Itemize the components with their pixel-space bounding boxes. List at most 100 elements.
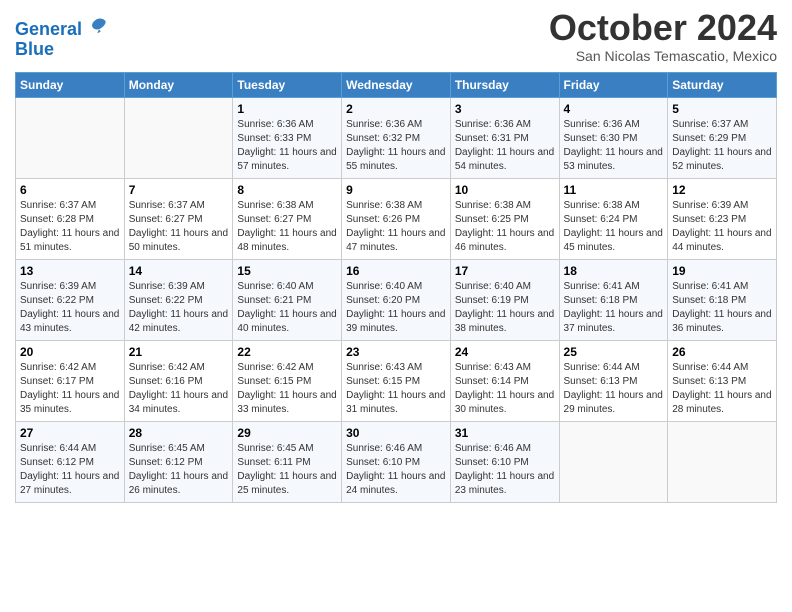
logo-text: General xyxy=(15,15,109,40)
day-number: 23 xyxy=(346,345,446,359)
week-row-1: 1 Sunrise: 6:36 AM Sunset: 6:33 PM Daylig… xyxy=(16,98,777,179)
day-number: 5 xyxy=(672,102,772,116)
calendar-cell: 23 Sunrise: 6:43 AM Sunset: 6:15 PM Dayli… xyxy=(342,341,451,422)
calendar-cell xyxy=(124,98,233,179)
calendar-cell: 18Sunrise: 6:41 AM Sunset: 6:18 PM Dayli… xyxy=(559,260,668,341)
calendar-cell: 14 Sunrise: 6:39 AM Sunset: 6:22 PM Dayli… xyxy=(124,260,233,341)
logo: General Blue xyxy=(15,15,109,60)
day-number: 31 xyxy=(455,426,555,440)
calendar-cell: 30 Sunrise: 6:46 AM Sunset: 6:10 PM Dayli… xyxy=(342,422,451,503)
day-info: Sunrise: 6:43 AM Sunset: 6:15 PM Dayligh… xyxy=(346,361,446,417)
day-number: 27 xyxy=(20,426,120,440)
day-number: 10 xyxy=(455,183,555,197)
day-info: Sunrise: 6:46 AM Sunset: 6:10 PM Dayligh… xyxy=(455,442,555,498)
location: San Nicolas Temascatio, Mexico xyxy=(549,48,777,64)
day-number: 24 xyxy=(455,345,555,359)
calendar-cell: 17 Sunrise: 6:40 AM Sunset: 6:19 PM Dayli… xyxy=(450,260,559,341)
calendar-header: Sunday Monday Tuesday Wednesday Thursday… xyxy=(16,73,777,98)
day-info: Sunrise: 6:44 AM Sunset: 6:12 PM Dayligh… xyxy=(20,442,120,498)
calendar-cell: 29 Sunrise: 6:45 AM Sunset: 6:11 PM Dayli… xyxy=(233,422,342,503)
day-info: Sunrise: 6:38 AM Sunset: 6:24 PM Dayligh… xyxy=(564,199,664,255)
col-friday: Friday xyxy=(559,73,668,98)
calendar-body: 1 Sunrise: 6:36 AM Sunset: 6:33 PM Daylig… xyxy=(16,98,777,503)
calendar-cell: 25Sunrise: 6:44 AM Sunset: 6:13 PM Dayli… xyxy=(559,341,668,422)
calendar-cell: 2 Sunrise: 6:36 AM Sunset: 6:32 PM Daylig… xyxy=(342,98,451,179)
day-number: 1 xyxy=(237,102,337,116)
day-info: Sunrise: 6:44 AM Sunset: 6:13 PM Dayligh… xyxy=(672,361,772,417)
day-info: Sunrise: 6:39 AM Sunset: 6:22 PM Dayligh… xyxy=(129,280,229,336)
calendar-cell: 15 Sunrise: 6:40 AM Sunset: 6:21 PM Dayli… xyxy=(233,260,342,341)
calendar-cell: 8Sunrise: 6:38 AM Sunset: 6:27 PM Daylig… xyxy=(233,179,342,260)
col-thursday: Thursday xyxy=(450,73,559,98)
day-info: Sunrise: 6:36 AM Sunset: 6:32 PM Dayligh… xyxy=(346,118,446,174)
day-number: 3 xyxy=(455,102,555,116)
calendar-cell: 9 Sunrise: 6:38 AM Sunset: 6:26 PM Daylig… xyxy=(342,179,451,260)
week-row-5: 27 Sunrise: 6:44 AM Sunset: 6:12 PM Dayli… xyxy=(16,422,777,503)
week-row-4: 20 Sunrise: 6:42 AM Sunset: 6:17 PM Dayli… xyxy=(16,341,777,422)
day-info: Sunrise: 6:36 AM Sunset: 6:30 PM Dayligh… xyxy=(564,118,664,174)
day-info: Sunrise: 6:36 AM Sunset: 6:33 PM Dayligh… xyxy=(237,118,337,174)
day-info: Sunrise: 6:42 AM Sunset: 6:17 PM Dayligh… xyxy=(20,361,120,417)
col-tuesday: Tuesday xyxy=(233,73,342,98)
calendar-cell: 27 Sunrise: 6:44 AM Sunset: 6:12 PM Dayli… xyxy=(16,422,125,503)
day-info: Sunrise: 6:39 AM Sunset: 6:22 PM Dayligh… xyxy=(20,280,120,336)
day-number: 28 xyxy=(129,426,229,440)
calendar-cell: 7 Sunrise: 6:37 AM Sunset: 6:27 PM Daylig… xyxy=(124,179,233,260)
day-info: Sunrise: 6:37 AM Sunset: 6:28 PM Dayligh… xyxy=(20,199,120,255)
logo-blue: Blue xyxy=(15,40,54,60)
day-number: 15 xyxy=(237,264,337,278)
calendar-cell: 16Sunrise: 6:40 AM Sunset: 6:20 PM Dayli… xyxy=(342,260,451,341)
day-number: 11 xyxy=(564,183,664,197)
calendar-cell: 21Sunrise: 6:42 AM Sunset: 6:16 PM Dayli… xyxy=(124,341,233,422)
day-number: 21 xyxy=(129,345,229,359)
day-number: 4 xyxy=(564,102,664,116)
day-number: 14 xyxy=(129,264,229,278)
day-number: 16 xyxy=(346,264,446,278)
calendar-cell: 13Sunrise: 6:39 AM Sunset: 6:22 PM Dayli… xyxy=(16,260,125,341)
logo-bird-icon xyxy=(89,15,109,35)
calendar-cell: 26 Sunrise: 6:44 AM Sunset: 6:13 PM Dayli… xyxy=(668,341,777,422)
calendar-cell: 12Sunrise: 6:39 AM Sunset: 6:23 PM Dayli… xyxy=(668,179,777,260)
day-info: Sunrise: 6:40 AM Sunset: 6:19 PM Dayligh… xyxy=(455,280,555,336)
day-number: 6 xyxy=(20,183,120,197)
calendar-cell: 31 Sunrise: 6:46 AM Sunset: 6:10 PM Dayli… xyxy=(450,422,559,503)
day-info: Sunrise: 6:37 AM Sunset: 6:27 PM Dayligh… xyxy=(129,199,229,255)
col-sunday: Sunday xyxy=(16,73,125,98)
day-info: Sunrise: 6:38 AM Sunset: 6:26 PM Dayligh… xyxy=(346,199,446,255)
month-title: October 2024 xyxy=(549,10,777,46)
calendar-cell: 28 Sunrise: 6:45 AM Sunset: 6:12 PM Dayli… xyxy=(124,422,233,503)
calendar-table: Sunday Monday Tuesday Wednesday Thursday… xyxy=(15,72,777,503)
day-number: 2 xyxy=(346,102,446,116)
day-number: 26 xyxy=(672,345,772,359)
header-row: Sunday Monday Tuesday Wednesday Thursday… xyxy=(16,73,777,98)
day-info: Sunrise: 6:40 AM Sunset: 6:21 PM Dayligh… xyxy=(237,280,337,336)
title-area: October 2024 San Nicolas Temascatio, Mex… xyxy=(549,10,777,64)
week-row-3: 13Sunrise: 6:39 AM Sunset: 6:22 PM Dayli… xyxy=(16,260,777,341)
day-number: 17 xyxy=(455,264,555,278)
day-info: Sunrise: 6:36 AM Sunset: 6:31 PM Dayligh… xyxy=(455,118,555,174)
day-number: 22 xyxy=(237,345,337,359)
header: General Blue October 2024 San Nicolas Te… xyxy=(15,10,777,64)
day-info: Sunrise: 6:38 AM Sunset: 6:27 PM Dayligh… xyxy=(237,199,337,255)
day-number: 9 xyxy=(346,183,446,197)
day-number: 19 xyxy=(672,264,772,278)
day-info: Sunrise: 6:45 AM Sunset: 6:11 PM Dayligh… xyxy=(237,442,337,498)
day-number: 29 xyxy=(237,426,337,440)
calendar-cell: 19 Sunrise: 6:41 AM Sunset: 6:18 PM Dayli… xyxy=(668,260,777,341)
day-number: 7 xyxy=(129,183,229,197)
col-wednesday: Wednesday xyxy=(342,73,451,98)
col-saturday: Saturday xyxy=(668,73,777,98)
calendar-cell: 24 Sunrise: 6:43 AM Sunset: 6:14 PM Dayli… xyxy=(450,341,559,422)
calendar-cell xyxy=(16,98,125,179)
day-info: Sunrise: 6:41 AM Sunset: 6:18 PM Dayligh… xyxy=(672,280,772,336)
day-number: 20 xyxy=(20,345,120,359)
calendar-cell: 6 Sunrise: 6:37 AM Sunset: 6:28 PM Daylig… xyxy=(16,179,125,260)
day-info: Sunrise: 6:43 AM Sunset: 6:14 PM Dayligh… xyxy=(455,361,555,417)
day-info: Sunrise: 6:46 AM Sunset: 6:10 PM Dayligh… xyxy=(346,442,446,498)
day-info: Sunrise: 6:38 AM Sunset: 6:25 PM Dayligh… xyxy=(455,199,555,255)
day-info: Sunrise: 6:39 AM Sunset: 6:23 PM Dayligh… xyxy=(672,199,772,255)
day-number: 30 xyxy=(346,426,446,440)
week-row-2: 6 Sunrise: 6:37 AM Sunset: 6:28 PM Daylig… xyxy=(16,179,777,260)
calendar-cell: 20 Sunrise: 6:42 AM Sunset: 6:17 PM Dayli… xyxy=(16,341,125,422)
day-info: Sunrise: 6:45 AM Sunset: 6:12 PM Dayligh… xyxy=(129,442,229,498)
